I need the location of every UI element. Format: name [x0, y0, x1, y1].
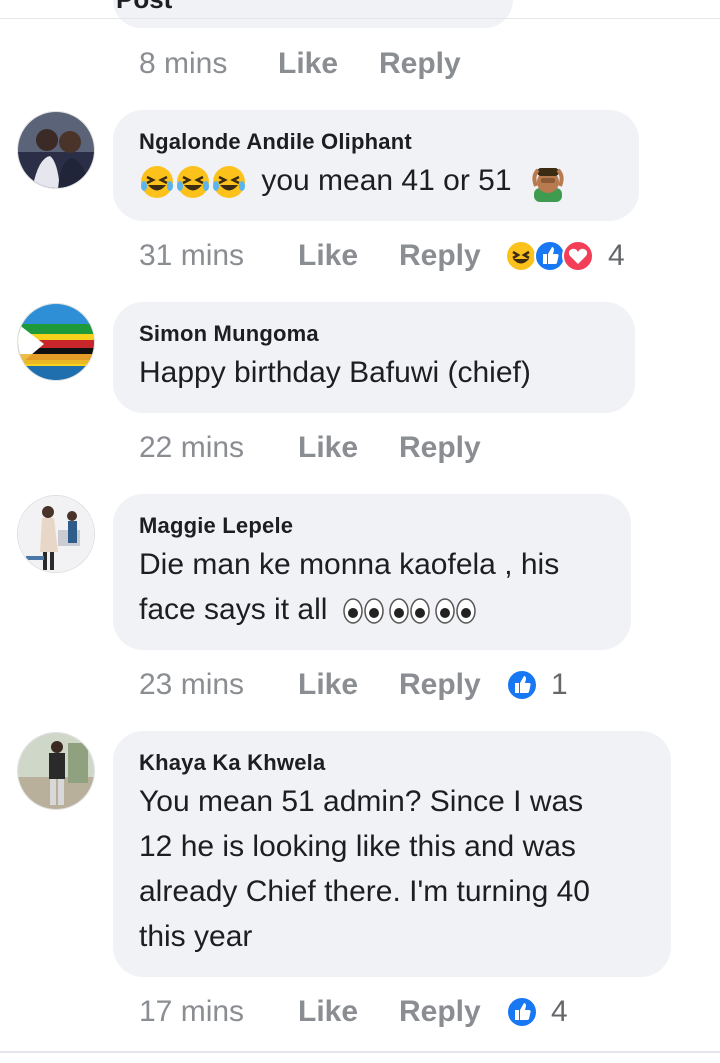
- like-button[interactable]: Like: [298, 428, 358, 468]
- comment-text-line: face says it all: [139, 587, 607, 632]
- comment-text-line: Die man ke monna kaofela , his: [139, 548, 560, 581]
- laughing-emoji-icon: [177, 166, 209, 199]
- comment-text: Happy birthday Bafuwi (chief): [139, 356, 531, 389]
- previous-comment-bubble: [113, 0, 513, 28]
- like-reaction-icon[interactable]: [505, 669, 539, 701]
- laughing-emoji-icon: [213, 166, 245, 199]
- comment-author[interactable]: Khaya Ka Khwela: [139, 749, 647, 777]
- comment-time[interactable]: 23 mins: [139, 665, 244, 705]
- like-button[interactable]: Like: [298, 992, 358, 1032]
- facepalm-man-emoji-icon: [532, 168, 564, 203]
- avatar[interactable]: [17, 732, 95, 810]
- divider: [0, 1051, 720, 1053]
- like-button[interactable]: Like: [298, 665, 358, 705]
- comment-text-line: 12 he is looking like this and was: [139, 830, 576, 863]
- laughing-emoji-icon: [141, 166, 173, 199]
- reaction-count[interactable]: 4: [551, 992, 568, 1032]
- comment-text-line: this year: [139, 920, 253, 953]
- comment-text-line: You mean 51 admin? Since I was: [139, 785, 584, 818]
- comment-time[interactable]: 8 mins: [139, 44, 227, 84]
- eyes-emoji-icon: [343, 598, 476, 624]
- comment-time[interactable]: 22 mins: [139, 428, 244, 468]
- avatar[interactable]: [17, 303, 95, 381]
- reply-button[interactable]: Reply: [399, 665, 481, 705]
- comment-text-body: face says it all: [139, 593, 328, 626]
- reply-button[interactable]: Reply: [399, 428, 481, 468]
- comment-time[interactable]: 31 mins: [139, 236, 244, 276]
- comment-author[interactable]: Maggie Lepele: [139, 512, 607, 540]
- divider: [0, 18, 720, 19]
- comment-text: Die man ke monna kaofela , his face says…: [139, 542, 607, 632]
- like-reaction-icon[interactable]: [505, 996, 539, 1028]
- comment-text: You mean 51 admin? Since I was 12 he is …: [139, 779, 647, 959]
- reaction-count[interactable]: 4: [608, 236, 625, 276]
- like-button[interactable]: Like: [298, 236, 358, 276]
- comment-author[interactable]: Simon Mungoma: [139, 320, 611, 348]
- love-reaction-icon[interactable]: [562, 240, 594, 272]
- avatar[interactable]: [17, 495, 95, 573]
- comment-bubble: Ngalonde Andile Oliphant you mean 41 or …: [113, 110, 639, 221]
- comment-author[interactable]: Ngalonde Andile Oliphant: [139, 128, 615, 156]
- comment-time[interactable]: 17 mins: [139, 992, 244, 1032]
- comment-bubble: Maggie Lepele Die man ke monna kaofela ,…: [113, 494, 631, 650]
- avatar[interactable]: [17, 111, 95, 189]
- previous-comment-text: Post: [116, 0, 172, 15]
- comment-text-body: you mean 41 or 51: [261, 164, 512, 197]
- comment-text-line: already Chief there. I'm turning 40: [139, 875, 590, 908]
- comment-bubble: Simon Mungoma Happy birthday Bafuwi (chi…: [113, 302, 635, 413]
- reaction-count[interactable]: 1: [551, 665, 568, 705]
- reply-button[interactable]: Reply: [399, 236, 481, 276]
- reply-button[interactable]: Reply: [399, 992, 481, 1032]
- like-button[interactable]: Like: [278, 44, 338, 84]
- comment-text: you mean 41 or 51: [139, 158, 615, 203]
- reply-button[interactable]: Reply: [379, 44, 461, 84]
- comment-bubble: Khaya Ka Khwela You mean 51 admin? Since…: [113, 731, 671, 977]
